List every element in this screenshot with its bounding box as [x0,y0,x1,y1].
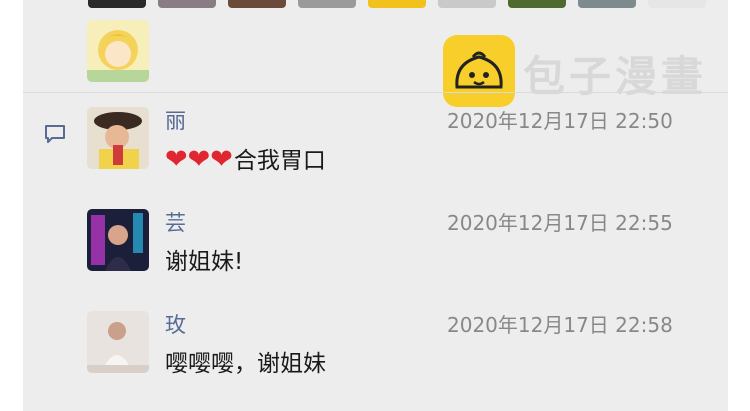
liker-avatar[interactable] [438,0,496,8]
liker-avatar[interactable] [368,0,426,8]
comment-time: 2020年12月17日 22:50 [447,109,673,133]
comment-text: ❤❤❤合我胃口 [165,144,326,177]
comment-time: 2020年12月17日 22:58 [447,313,673,337]
avatar[interactable] [87,311,149,373]
liker-avatar[interactable] [228,0,286,8]
liker-avatar[interactable] [508,0,566,8]
bun-logo-icon [443,35,515,107]
liker-avatar[interactable] [88,0,146,8]
comment-bubble-icon [44,124,66,144]
avatar[interactable] [87,107,149,169]
watermark-text: 包子漫畫 [523,52,708,101]
liker-avatar[interactable] [298,0,356,8]
comment-author[interactable]: 丽 [165,107,186,135]
liker-avatar[interactable] [87,20,149,82]
comment-time: 2020年12月17日 22:55 [447,211,673,235]
liker-avatar[interactable] [158,0,216,8]
heart-emoji: ❤❤❤ [165,144,233,175]
comment-author[interactable]: 芸 [165,209,186,237]
liker-avatar[interactable] [578,0,636,8]
comment-author[interactable]: 玫 [165,311,186,339]
liker-avatar[interactable] [648,0,706,8]
comment-text-body: 合我胃口 [233,148,326,174]
avatar[interactable] [87,209,149,271]
divider [23,92,728,93]
comment-text: 谢姐妹! [165,249,244,275]
comment-text: 嘤嘤嘤，谢姐妹 [165,351,326,377]
